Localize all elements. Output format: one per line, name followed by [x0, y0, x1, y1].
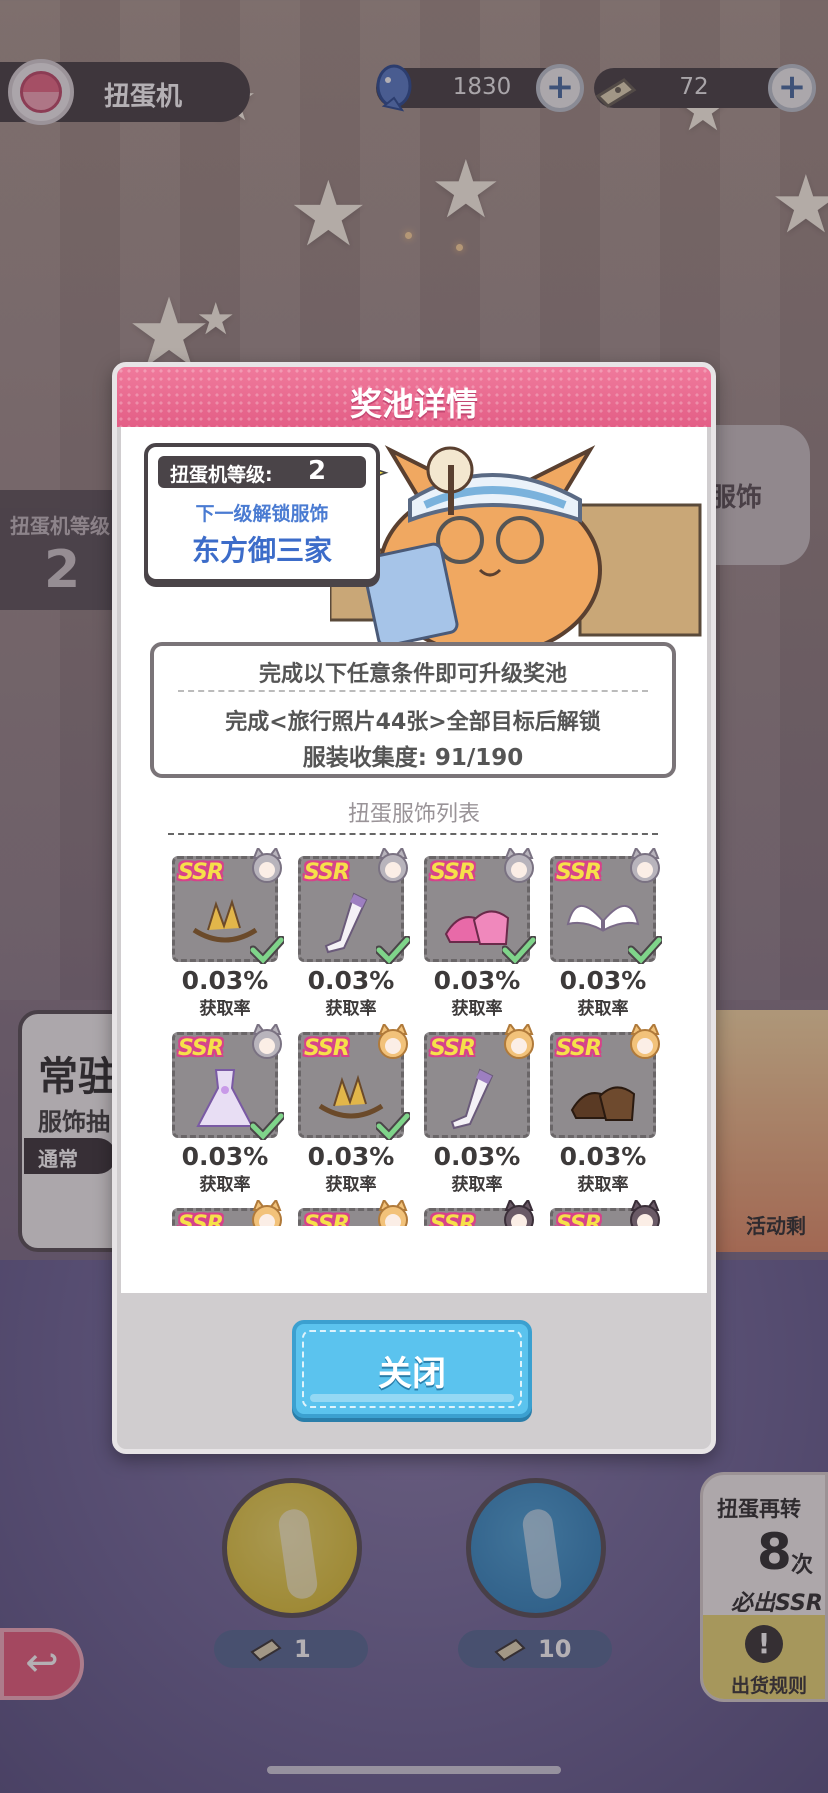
outfit-item[interactable]: SSR — [286, 1200, 408, 1226]
outfit-item[interactable]: SSR 0.03% 获取率 — [286, 1024, 410, 1195]
close-button[interactable]: 关闭 — [292, 1320, 532, 1418]
drop-rate: 0.03% — [559, 966, 647, 995]
drop-rate-label: 获取率 — [577, 999, 629, 1019]
outfit-item[interactable]: SSR 0.03% 获取率 — [538, 848, 662, 1019]
outfit-item[interactable]: SSR — [160, 1200, 282, 1226]
rarity-badge: SSR — [430, 860, 476, 885]
rarity-badge: SSR — [556, 860, 602, 885]
outfit-item[interactable]: SSR 0.03% 获取率 — [412, 848, 536, 1019]
outfit-item[interactable]: SSR 0.03% 获取率 — [160, 1024, 284, 1195]
owned-check-icon — [250, 1112, 284, 1140]
outfit-item[interactable]: SSR — [412, 1200, 534, 1226]
drop-rate: 0.03% — [181, 1142, 269, 1171]
cat-owner-icon — [630, 1024, 660, 1059]
cat-mascot-image — [330, 445, 702, 645]
outfit-list[interactable]: SSR 0.03% 获取率 SSR 0.03% 获取率 SSR 0.03% 获取率 SSR 0.03… — [160, 848, 680, 1226]
level-header: 扭蛋机等级: 2 — [158, 456, 366, 488]
outfit-shoes-brown-icon — [570, 1086, 636, 1121]
level-label: 扭蛋机等级: — [170, 464, 273, 486]
drop-rate: 0.03% — [307, 1142, 395, 1171]
owned-check-icon — [376, 936, 410, 964]
rarity-badge: SSR — [430, 1212, 476, 1226]
pool-level-badge: 扭蛋机等级: 2 下一级解锁服饰 东方御三家 — [144, 443, 380, 583]
drop-rate: 0.03% — [307, 966, 395, 995]
rarity-badge: SSR — [304, 860, 350, 885]
owned-check-icon — [628, 936, 662, 964]
drop-rate-label: 获取率 — [577, 1175, 629, 1195]
rarity-badge: SSR — [304, 1036, 350, 1061]
cat-owner-icon — [252, 848, 282, 883]
cat-owner-icon — [630, 848, 660, 883]
modal-title: 奖池详情 — [349, 385, 478, 423]
next-unlock-label: 下一级解锁服饰 — [195, 503, 329, 525]
drop-rate: 0.03% — [433, 966, 521, 995]
owned-check-icon — [376, 1112, 410, 1140]
owned-check-icon — [502, 936, 536, 964]
drop-rate-label: 获取率 — [451, 1175, 503, 1195]
collection-progress: 服装收集度: 91/190 — [302, 745, 524, 771]
outfit-item[interactable]: SSR 0.03% 获取率 — [160, 848, 284, 1019]
close-button-label: 关闭 — [378, 1354, 446, 1394]
divider — [168, 833, 658, 835]
cat-owner-icon — [504, 1024, 534, 1059]
rarity-badge: SSR — [304, 1212, 350, 1226]
rarity-badge: SSR — [556, 1212, 602, 1226]
drop-rate-label: 获取率 — [451, 999, 503, 1019]
outfit-item[interactable]: SSR 0.03% 获取率 — [538, 1024, 660, 1195]
cat-owner-icon — [378, 1024, 408, 1059]
outfit-item[interactable]: SSR 0.03% 获取率 — [412, 1024, 534, 1195]
condition-title: 完成以下任意条件即可升级奖池 — [258, 662, 567, 687]
drop-rate-label: 获取率 — [325, 999, 377, 1019]
outfit-item[interactable]: SSR — [538, 1200, 660, 1226]
cat-owner-icon — [252, 1024, 282, 1059]
next-unlock-name: 东方御三家 — [191, 534, 332, 567]
drop-rate: 0.03% — [181, 966, 269, 995]
outfit-stockings-icon — [450, 1068, 494, 1130]
owned-check-icon — [250, 936, 284, 964]
rarity-badge: SSR — [430, 1036, 476, 1061]
outfit-item[interactable]: SSR 0.03% 获取率 — [286, 848, 410, 1019]
outfit-list-title: 扭蛋服饰列表 — [347, 802, 480, 827]
rarity-badge: SSR — [556, 1036, 602, 1061]
upgrade-condition-box: 完成以下任意条件即可升级奖池 完成<旅行照片44张>全部目标后解锁 服装收集度:… — [150, 642, 676, 778]
close-button-shine — [310, 1394, 514, 1402]
rarity-badge: SSR — [178, 1036, 224, 1061]
cat-owner-icon — [504, 848, 534, 883]
condition-text: 完成<旅行照片44张>全部目标后解锁 — [225, 710, 601, 735]
drop-rate-label: 获取率 — [199, 1175, 251, 1195]
cat-owner-icon — [378, 848, 408, 883]
cat-owner-icon — [252, 1200, 282, 1226]
cat-owner-icon — [504, 1200, 534, 1226]
drop-rate-label: 获取率 — [199, 999, 251, 1019]
cat-owner-icon — [630, 1200, 660, 1226]
level-value: 2 — [308, 456, 327, 486]
divider — [178, 690, 648, 692]
rarity-badge: SSR — [178, 860, 224, 885]
cat-owner-icon — [378, 1200, 408, 1226]
rarity-badge: SSR — [178, 1212, 224, 1226]
drop-rate: 0.03% — [433, 1142, 521, 1171]
drop-rate: 0.03% — [559, 1142, 647, 1171]
drop-rate-label: 获取率 — [325, 1175, 377, 1195]
modal-header: 奖池详情 — [117, 367, 711, 427]
